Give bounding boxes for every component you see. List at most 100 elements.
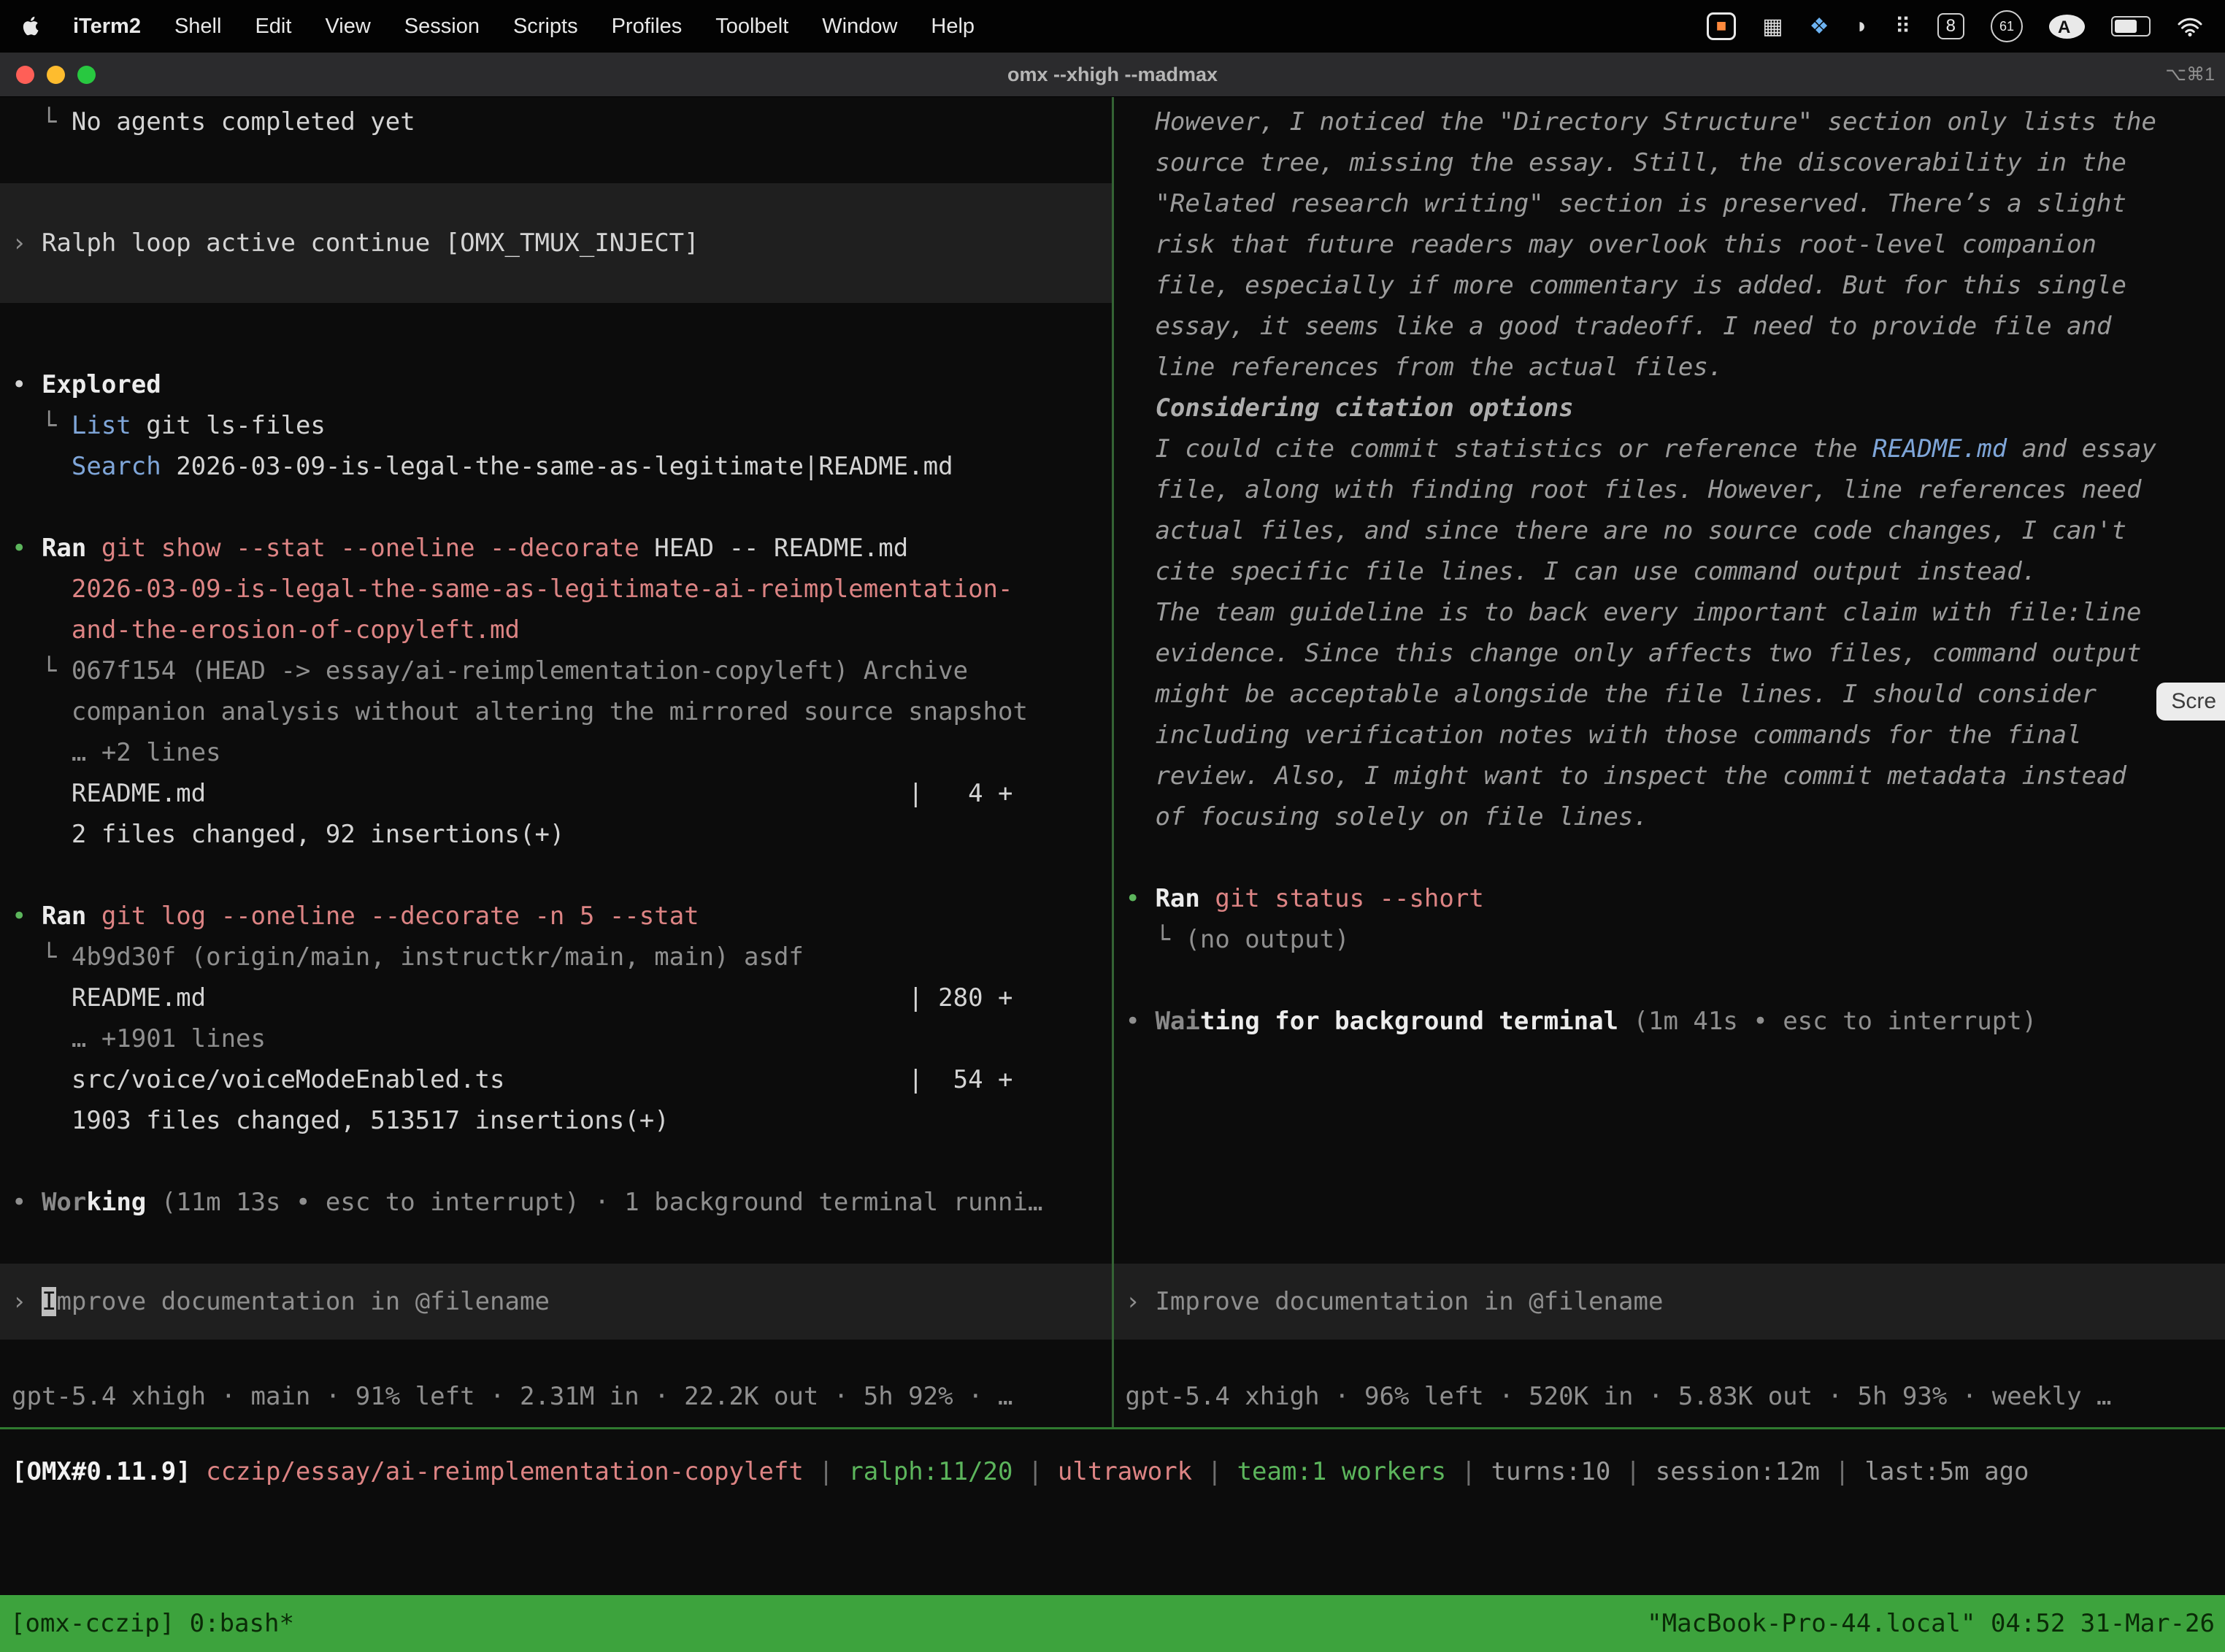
screen-sharing-overlay-button[interactable]: Scre: [2156, 683, 2225, 721]
input-text: mprove documentation in @filename: [56, 1287, 550, 1316]
bullet-icon: •: [1126, 1007, 1156, 1036]
menu-profiles[interactable]: Profiles: [612, 15, 683, 39]
omx-session-time: session:12m: [1656, 1457, 1820, 1486]
command-output-line: … +2 lines: [0, 732, 1112, 773]
diffstat-line: README.md | 280 +: [0, 977, 1112, 1018]
menu-iterm2[interactable]: iTerm2: [73, 15, 141, 39]
command-output-line: └ 067f154 (HEAD -> essay/ai-reimplementa…: [0, 650, 1112, 691]
working-status-line: • Working (11m 13s • esc to interrupt) ·…: [0, 1182, 1112, 1223]
tmux-session-window[interactable]: [omx-cczip] 0:bash*: [10, 1609, 294, 1638]
command-text: git log --oneline --decorate -n 5 --stat: [101, 902, 699, 931]
menu-edit[interactable]: Edit: [255, 15, 291, 39]
prompt-chevron: ›: [1126, 1287, 1156, 1316]
bullet-icon: •: [1126, 884, 1156, 913]
working-label-dim: Wor: [42, 1188, 86, 1217]
output-text: └ 4b9d30f (origin/main, instructkr/main,…: [12, 942, 804, 972]
menubar-status-area: ■ ▦ ❖ ◗ ⠿ 8 61 A: [1707, 10, 2203, 42]
battery-icon[interactable]: [2111, 16, 2151, 37]
menu-window[interactable]: Window: [822, 15, 897, 39]
working-label: king: [86, 1188, 146, 1217]
apple-menu-icon[interactable]: [22, 15, 41, 37]
menu-shell[interactable]: Shell: [174, 15, 222, 39]
right-input-box[interactable]: › Improve documentation in @filename: [1114, 1264, 2225, 1340]
output-text: companion analysis without altering the …: [12, 697, 1028, 726]
tool-args: 2026-03-09-is-legal-the-same-as-legitima…: [161, 452, 953, 481]
diffstat-summary-line: 2 files changed, 92 insertions(+): [0, 814, 1112, 855]
explored-title: Explored: [42, 370, 161, 399]
command-output-line: companion analysis without altering the …: [0, 691, 1112, 732]
command-output-line: └ (no output): [1114, 919, 2225, 960]
window-titlebar[interactable]: omx --xhigh --madmax ⌥⌘1: [0, 53, 2225, 97]
prompt-chevron: ›: [12, 228, 42, 258]
tool-args: git ls-files: [131, 411, 326, 440]
input-text: Improve documentation in @filename: [1155, 1287, 1663, 1316]
tmux-status-bar: [omx-cczip] 0:bash* "MacBook-Pro-44.loca…: [0, 1595, 2225, 1652]
ran-verb: Ran: [42, 902, 101, 931]
command-args: HEAD -- README.md: [654, 534, 908, 563]
model-status-text: gpt-5.4 xhigh · 96% left · 520K in · 5.8…: [1126, 1382, 2112, 1411]
separator: |: [1820, 1457, 1864, 1486]
ran-git-show-line: • Ran git show --stat --oneline --decora…: [0, 528, 1112, 569]
left-input-box[interactable]: › Improve documentation in @filename: [0, 1264, 1112, 1340]
close-window-button[interactable]: [16, 66, 34, 84]
waiting-label: ting for background terminal: [1200, 1007, 1618, 1036]
reasoning-paragraph: I could cite commit statistics or refere…: [1155, 429, 2156, 592]
battery-fill: [2115, 20, 2137, 33]
omx-mode: ultrawork: [1058, 1457, 1192, 1486]
bullet-icon: •: [12, 1188, 42, 1217]
zoom-window-button[interactable]: [77, 66, 96, 84]
working-detail: (11m 13s • esc to interrupt) · 1 backgro…: [146, 1188, 1042, 1217]
battery-percent-icon[interactable]: 61: [1991, 10, 2023, 42]
command-text: git show --stat --oneline --decorate: [101, 534, 654, 563]
menu-view[interactable]: View: [325, 15, 370, 39]
diffstat-line: src/voice/voiceModeEnabled.ts | 54 +: [0, 1059, 1112, 1100]
grid-app-icon[interactable]: ▦: [1762, 14, 1783, 39]
screen-recording-indicator[interactable]: ■: [1707, 12, 1737, 40]
text-cursor: I: [42, 1287, 56, 1316]
menu-session[interactable]: Session: [404, 15, 480, 39]
macos-menubar: iTerm2 Shell Edit View Session Scripts P…: [0, 0, 2225, 53]
window-hotkey: ⌥⌘1: [2165, 64, 2215, 85]
menu-scripts[interactable]: Scripts: [513, 15, 578, 39]
tree-glyph: └: [12, 107, 72, 137]
diffstat-summary-line: 1903 files changed, 513517 insertions(+): [0, 1100, 1112, 1141]
omx-team-workers: team:1 workers: [1237, 1457, 1447, 1486]
reasoning-text: I could cite commit statistics or refere…: [1155, 434, 1872, 464]
diffstat-text: src/voice/voiceModeEnabled.ts | 54 +: [12, 1065, 1012, 1094]
diffstat-text: 2 files changed, 92 insertions(+): [12, 820, 564, 849]
omx-ralph-counter: ralph:11/20: [848, 1457, 1012, 1486]
inject-prompt-box: › Ralph loop active continue [OMX_TMUX_I…: [0, 183, 1112, 303]
output-text: └ 067f154 (HEAD -> essay/ai-reimplementa…: [12, 656, 968, 685]
separator: |: [1446, 1457, 1491, 1486]
left-pane[interactable]: └ No agents completed yet › Ralph loop a…: [0, 97, 1112, 1427]
input-source-icon[interactable]: A: [2049, 15, 2085, 39]
tree-glyph: └: [12, 411, 72, 440]
menu-help[interactable]: Help: [931, 15, 975, 39]
command-text: and-the-erosion-of-copyleft.md: [12, 615, 520, 645]
waiting-label-dim: Wai: [1155, 1007, 1199, 1036]
command-text: 2026-03-09-is-legal-the-same-as-legitima…: [12, 575, 1012, 604]
bullet-icon: •: [12, 370, 42, 399]
wifi-icon[interactable]: [2177, 15, 2203, 37]
right-pane[interactable]: However, I noticed the "Directory Struct…: [1114, 97, 2225, 1427]
file-reference-link[interactable]: README.md: [1872, 434, 2007, 464]
diffstat-text: README.md | 280 +: [12, 983, 1012, 1013]
tool-verb-list: List: [72, 411, 131, 440]
omx-status-bar: [OMX#0.11.9] cczip/essay/ai-reimplementa…: [0, 1429, 2225, 1595]
omx-last-activity: last:5m ago: [1864, 1457, 2029, 1486]
reasoning-paragraph: However, I noticed the "Directory Struct…: [1155, 101, 2156, 388]
dark-app-icon[interactable]: ◗: [1856, 14, 1869, 39]
traffic-lights: [16, 66, 96, 84]
minimize-window-button[interactable]: [47, 66, 65, 84]
separator: |: [1013, 1457, 1058, 1486]
ran-verb: Ran: [1155, 884, 1215, 913]
window-title: omx --xhigh --madmax: [1007, 64, 1218, 86]
output-text: └ (no output): [1126, 925, 1350, 954]
model-status-text: gpt-5.4 xhigh · main · 91% left · 2.31M …: [12, 1382, 1012, 1411]
blue-app-icon[interactable]: ❖: [1810, 14, 1829, 39]
apps-grid-icon[interactable]: ⠿: [1895, 14, 1911, 39]
reasoning-paragraph: The team guideline is to back every impo…: [1155, 592, 2156, 837]
key-8-icon[interactable]: 8: [1937, 13, 1964, 39]
menu-toolbelt[interactable]: Toolbelt: [715, 15, 788, 39]
right-status-line: gpt-5.4 xhigh · 96% left · 520K in · 5.8…: [1114, 1376, 2225, 1417]
